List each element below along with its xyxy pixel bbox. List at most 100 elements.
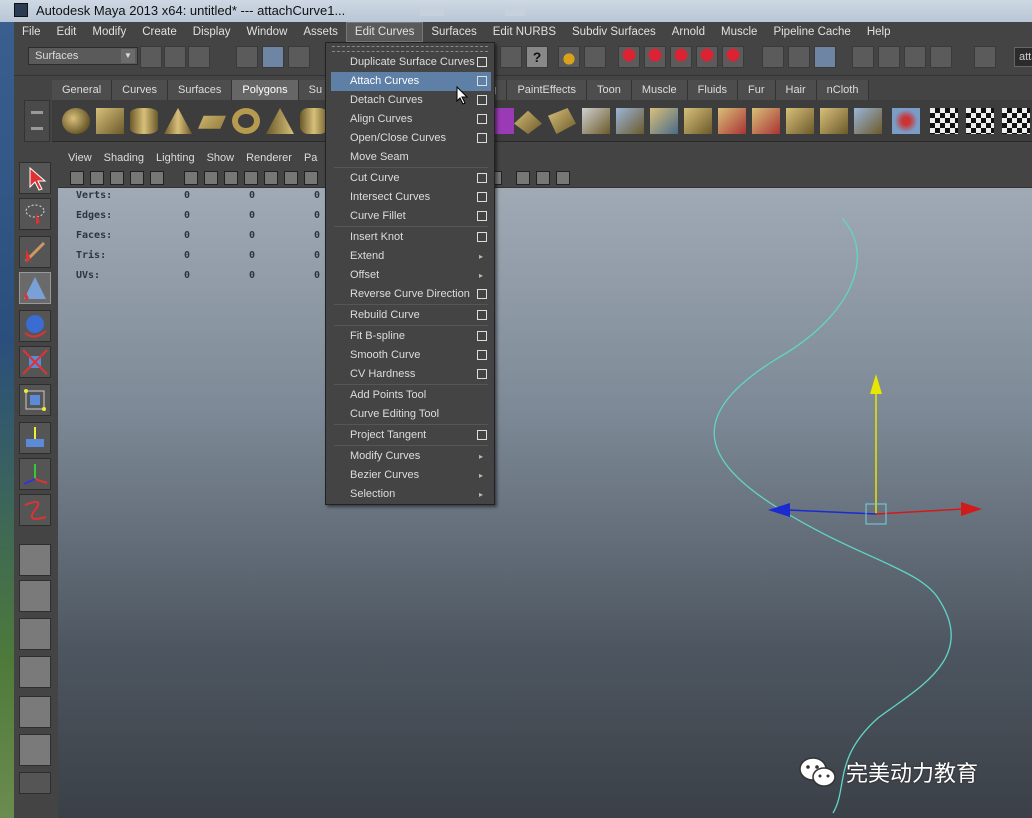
chevron-down-icon[interactable]: ▼ xyxy=(121,49,135,63)
shelf-tab-toon[interactable]: Toon xyxy=(586,80,632,100)
persp-graph-hypergraph-layout-icon[interactable] xyxy=(19,734,51,766)
menu-tear-off[interactable] xyxy=(332,46,488,52)
option-box-icon[interactable] xyxy=(477,289,487,299)
single-perspective-layout-icon[interactable] xyxy=(19,544,51,576)
menu-file[interactable]: File xyxy=(14,22,49,42)
hypershade-icon[interactable] xyxy=(852,46,874,68)
poly-torus-icon[interactable] xyxy=(232,108,260,134)
menu-item-selection[interactable]: Selection ▸ xyxy=(331,485,491,504)
menu-item-offset[interactable]: Offset ▸ xyxy=(331,266,491,285)
perspective-viewport[interactable]: View Shading Lighting Show Renderer Pa Verts:… xyxy=(58,148,1032,818)
universal-manipulator-icon[interactable] xyxy=(19,384,51,416)
shelf-tab-hair[interactable]: Hair xyxy=(775,80,817,100)
menu-help[interactable]: Help xyxy=(859,22,899,42)
menu-item-insert-knot[interactable]: Insert Knot xyxy=(331,228,491,247)
option-box-icon[interactable] xyxy=(477,95,487,105)
menu-modify[interactable]: Modify xyxy=(84,22,134,42)
render-view-icon[interactable] xyxy=(788,46,810,68)
menu-item-rebuild-curve[interactable]: Rebuild Curve xyxy=(331,306,491,325)
automatic-mapping-icon[interactable] xyxy=(1002,108,1030,134)
menu-item-smooth-curve[interactable]: Smooth Curve xyxy=(331,346,491,365)
menu-arnold[interactable]: Arnold xyxy=(664,22,713,42)
menu-item-add-points-tool[interactable]: Add Points Tool xyxy=(331,386,491,405)
sculpt-icon[interactable] xyxy=(892,108,920,134)
append-polygon-icon[interactable] xyxy=(582,108,610,134)
option-box-icon[interactable] xyxy=(477,57,487,67)
menu-item-intersect-curves[interactable]: Intersect Curves xyxy=(331,188,491,207)
clapboard-icon[interactable] xyxy=(878,46,900,68)
menu-item-extend[interactable]: Extend ▸ xyxy=(331,247,491,266)
planar-mapping-icon[interactable] xyxy=(966,108,994,134)
poly-pyramid-icon[interactable] xyxy=(266,108,294,134)
poly-pipe-icon[interactable] xyxy=(300,108,328,134)
snap-grid-icon[interactable] xyxy=(618,46,640,68)
menu-muscle[interactable]: Muscle xyxy=(713,22,765,42)
option-box-icon[interactable] xyxy=(477,133,487,143)
layout-options-button[interactable] xyxy=(19,772,51,794)
lock-icon[interactable] xyxy=(558,46,580,68)
merge-icon[interactable] xyxy=(718,108,746,134)
menu-create[interactable]: Create xyxy=(134,22,185,42)
render-globals-icon[interactable] xyxy=(930,46,952,68)
option-box-icon[interactable] xyxy=(477,173,487,183)
move-tool-icon[interactable] xyxy=(19,272,51,304)
poly-sphere-icon[interactable] xyxy=(62,108,90,134)
menu-edit-nurbs[interactable]: Edit NURBS xyxy=(485,22,564,42)
render-icon[interactable] xyxy=(500,46,522,68)
mirror-icon[interactable] xyxy=(854,108,882,134)
new-scene-icon[interactable] xyxy=(140,46,162,68)
menu-item-duplicate-surface-curves[interactable]: Duplicate Surface Curves xyxy=(331,53,491,72)
history-icon[interactable] xyxy=(762,46,784,68)
open-scene-icon[interactable] xyxy=(164,46,186,68)
option-box-icon[interactable] xyxy=(477,232,487,242)
menu-item-modify-curves[interactable]: Modify Curves ▸ xyxy=(331,447,491,466)
rotate-tool-icon[interactable] xyxy=(19,310,51,342)
persp-graph-layout-icon[interactable] xyxy=(19,656,51,688)
menu-item-curve-editing-tool[interactable]: Curve Editing Tool xyxy=(331,405,491,424)
make-live-icon[interactable] xyxy=(722,46,744,68)
lasso-tool-icon[interactable] xyxy=(19,198,51,230)
menu-display[interactable]: Display xyxy=(185,22,239,42)
option-box-icon[interactable] xyxy=(477,369,487,379)
separate-icon[interactable] xyxy=(786,108,814,134)
poly-cone-icon[interactable] xyxy=(164,108,192,134)
option-box-icon[interactable] xyxy=(477,192,487,202)
poly-cube-icon[interactable] xyxy=(96,108,124,134)
menu-item-project-tangent[interactable]: Project Tangent xyxy=(331,426,491,445)
menu-set-dropdown[interactable]: Surfaces ▼ xyxy=(28,47,138,65)
select-component-icon[interactable] xyxy=(288,46,310,68)
four-view-layout-icon[interactable] xyxy=(19,580,51,612)
menu-item-bezier-curves[interactable]: Bezier Curves ▸ xyxy=(331,466,491,485)
select-hierarchy-icon[interactable] xyxy=(236,46,258,68)
option-box-icon[interactable] xyxy=(477,114,487,124)
option-box-icon[interactable] xyxy=(477,211,487,221)
shelf-tab-fur[interactable]: Fur xyxy=(738,80,776,100)
menu-surfaces[interactable]: Surfaces xyxy=(423,22,484,42)
last-tool-used-icon[interactable] xyxy=(19,494,51,526)
show-manipulator-icon[interactable] xyxy=(19,458,51,490)
shelf-tab-curves[interactable]: Curves xyxy=(112,80,168,100)
input-line-mode-icon[interactable] xyxy=(974,46,996,68)
shelf-tab-surfaces[interactable]: Surfaces xyxy=(167,80,233,100)
menu-item-open-close-curves[interactable]: Open/Close Curves xyxy=(331,129,491,148)
paint-select-tool-icon[interactable] xyxy=(19,236,51,268)
shelf-tab-fluids[interactable]: Fluids xyxy=(687,80,738,100)
select-tool-icon[interactable] xyxy=(19,162,51,194)
split-polygon-icon[interactable] xyxy=(616,108,644,134)
snap-view-plane-icon[interactable] xyxy=(696,46,718,68)
menu-item-cut-curve[interactable]: Cut Curve xyxy=(331,169,491,188)
save-scene-icon[interactable] xyxy=(188,46,210,68)
selection-mask-icon[interactable] xyxy=(584,46,606,68)
shelf-tab-general[interactable]: General xyxy=(52,80,113,100)
ipr-icon[interactable] xyxy=(904,46,926,68)
extrude-icon[interactable] xyxy=(514,110,542,134)
snap-curve-icon[interactable] xyxy=(644,46,666,68)
shelf-tab-muscle[interactable]: Muscle xyxy=(631,80,688,100)
soft-modification-icon[interactable] xyxy=(19,422,51,454)
menu-item-reverse-curve-direction[interactable]: Reverse Curve Direction xyxy=(331,285,491,304)
poly-plane-icon[interactable] xyxy=(198,115,226,129)
option-box-icon[interactable] xyxy=(477,430,487,440)
snap-point-icon[interactable] xyxy=(670,46,692,68)
option-box-icon[interactable] xyxy=(477,331,487,341)
help-icon[interactable]: ? xyxy=(526,46,548,68)
